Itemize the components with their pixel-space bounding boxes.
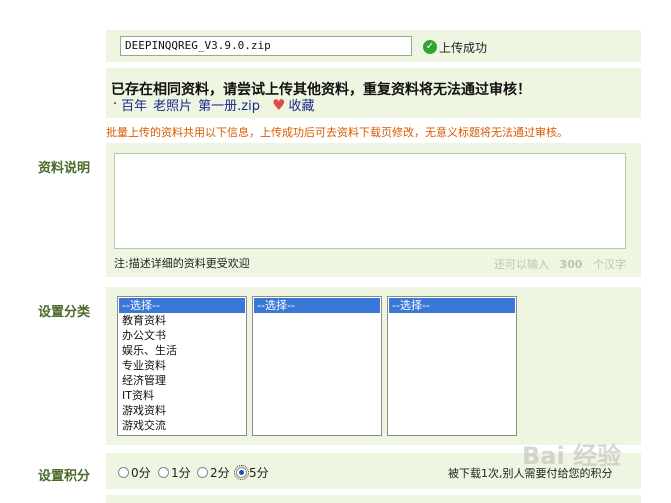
duplicate-file-word-2: 老照片 bbox=[153, 99, 193, 114]
list-item[interactable]: 经济管理 bbox=[119, 373, 245, 388]
list-item[interactable]: 娱乐、生活 bbox=[119, 343, 245, 358]
list-item[interactable]: 教育资料 bbox=[119, 313, 245, 328]
list-item-selected[interactable]: --选择-- bbox=[119, 298, 245, 313]
batch-notice: 批量上传的资料共用以下信息，上传成功后可去资料下载页修改，无意义标题将无法通过审… bbox=[106, 126, 568, 139]
counter-value: 300 bbox=[559, 258, 583, 271]
points-option-0[interactable]: 0分 bbox=[118, 464, 151, 481]
list-item[interactable]: 专业资料 bbox=[119, 358, 245, 373]
points-option-1[interactable]: 1分 bbox=[158, 464, 191, 481]
radio-button[interactable] bbox=[158, 467, 169, 478]
description-note: 注:描述详细的资料更受欢迎 bbox=[114, 257, 250, 270]
file-name-field[interactable]: DEEPINQQREG_V3.9.0.zip bbox=[120, 36, 412, 56]
favorite-link[interactable]: 收藏 bbox=[288, 95, 314, 114]
bullet: · bbox=[113, 97, 118, 112]
points-option-label: 1分 bbox=[171, 466, 191, 480]
points-option-5[interactable]: 5分 bbox=[234, 464, 269, 481]
list-item[interactable]: 游戏资料 bbox=[119, 403, 245, 418]
category-list-tertiary[interactable]: --选择-- bbox=[387, 296, 517, 436]
counter-suffix: 个汉字 bbox=[592, 258, 626, 271]
points-option-label: 0分 bbox=[131, 466, 151, 480]
duplicate-file-link[interactable]: 百年 老照片 第一册.zip bbox=[121, 95, 260, 114]
check-circle-icon: ✓ bbox=[423, 40, 437, 54]
points-option-label: 5分 bbox=[249, 466, 269, 480]
watermark-logo: Bai 经验 bbox=[522, 442, 622, 470]
description-label: 资料说明 bbox=[38, 161, 91, 176]
counter-prefix: 还可以输入 bbox=[494, 258, 549, 271]
list-item[interactable]: IT资料 bbox=[119, 388, 245, 403]
category-label: 设置分类 bbox=[38, 305, 91, 320]
list-item-selected[interactable]: --选择-- bbox=[254, 298, 380, 313]
points-option-label: 2分 bbox=[210, 466, 230, 480]
description-textarea[interactable] bbox=[114, 153, 626, 249]
heart-icon[interactable]: ♥ bbox=[272, 96, 285, 114]
list-item-selected[interactable]: --选择-- bbox=[389, 298, 515, 313]
duplicate-file-word-1: 百年 bbox=[121, 99, 148, 114]
list-item[interactable]: 办公文书 bbox=[119, 328, 245, 343]
upload-status: ✓ 上传成功 bbox=[423, 39, 487, 55]
points-label: 设置积分 bbox=[38, 469, 91, 484]
next-panel bbox=[106, 495, 641, 503]
list-item[interactable]: 游戏交流 bbox=[119, 418, 245, 433]
duplicate-file-word-3: 第一册.zip bbox=[198, 99, 260, 114]
radio-button-selected[interactable] bbox=[234, 465, 249, 480]
category-list-primary[interactable]: --选择-- 教育资料 办公文书 娱乐、生活 专业资料 经济管理 IT资料 游戏… bbox=[117, 296, 247, 436]
char-counter: 还可以输入 300 个汉字 bbox=[494, 256, 626, 272]
radio-button[interactable] bbox=[197, 467, 208, 478]
upload-status-text: 上传成功 bbox=[439, 40, 488, 55]
category-list-secondary[interactable]: --选择-- bbox=[252, 296, 382, 436]
duplicate-file-line: · 百年 老照片 第一册.zip ♥ 收藏 bbox=[113, 95, 314, 115]
points-option-2[interactable]: 2分 bbox=[197, 464, 230, 481]
radio-button[interactable] bbox=[118, 467, 129, 478]
